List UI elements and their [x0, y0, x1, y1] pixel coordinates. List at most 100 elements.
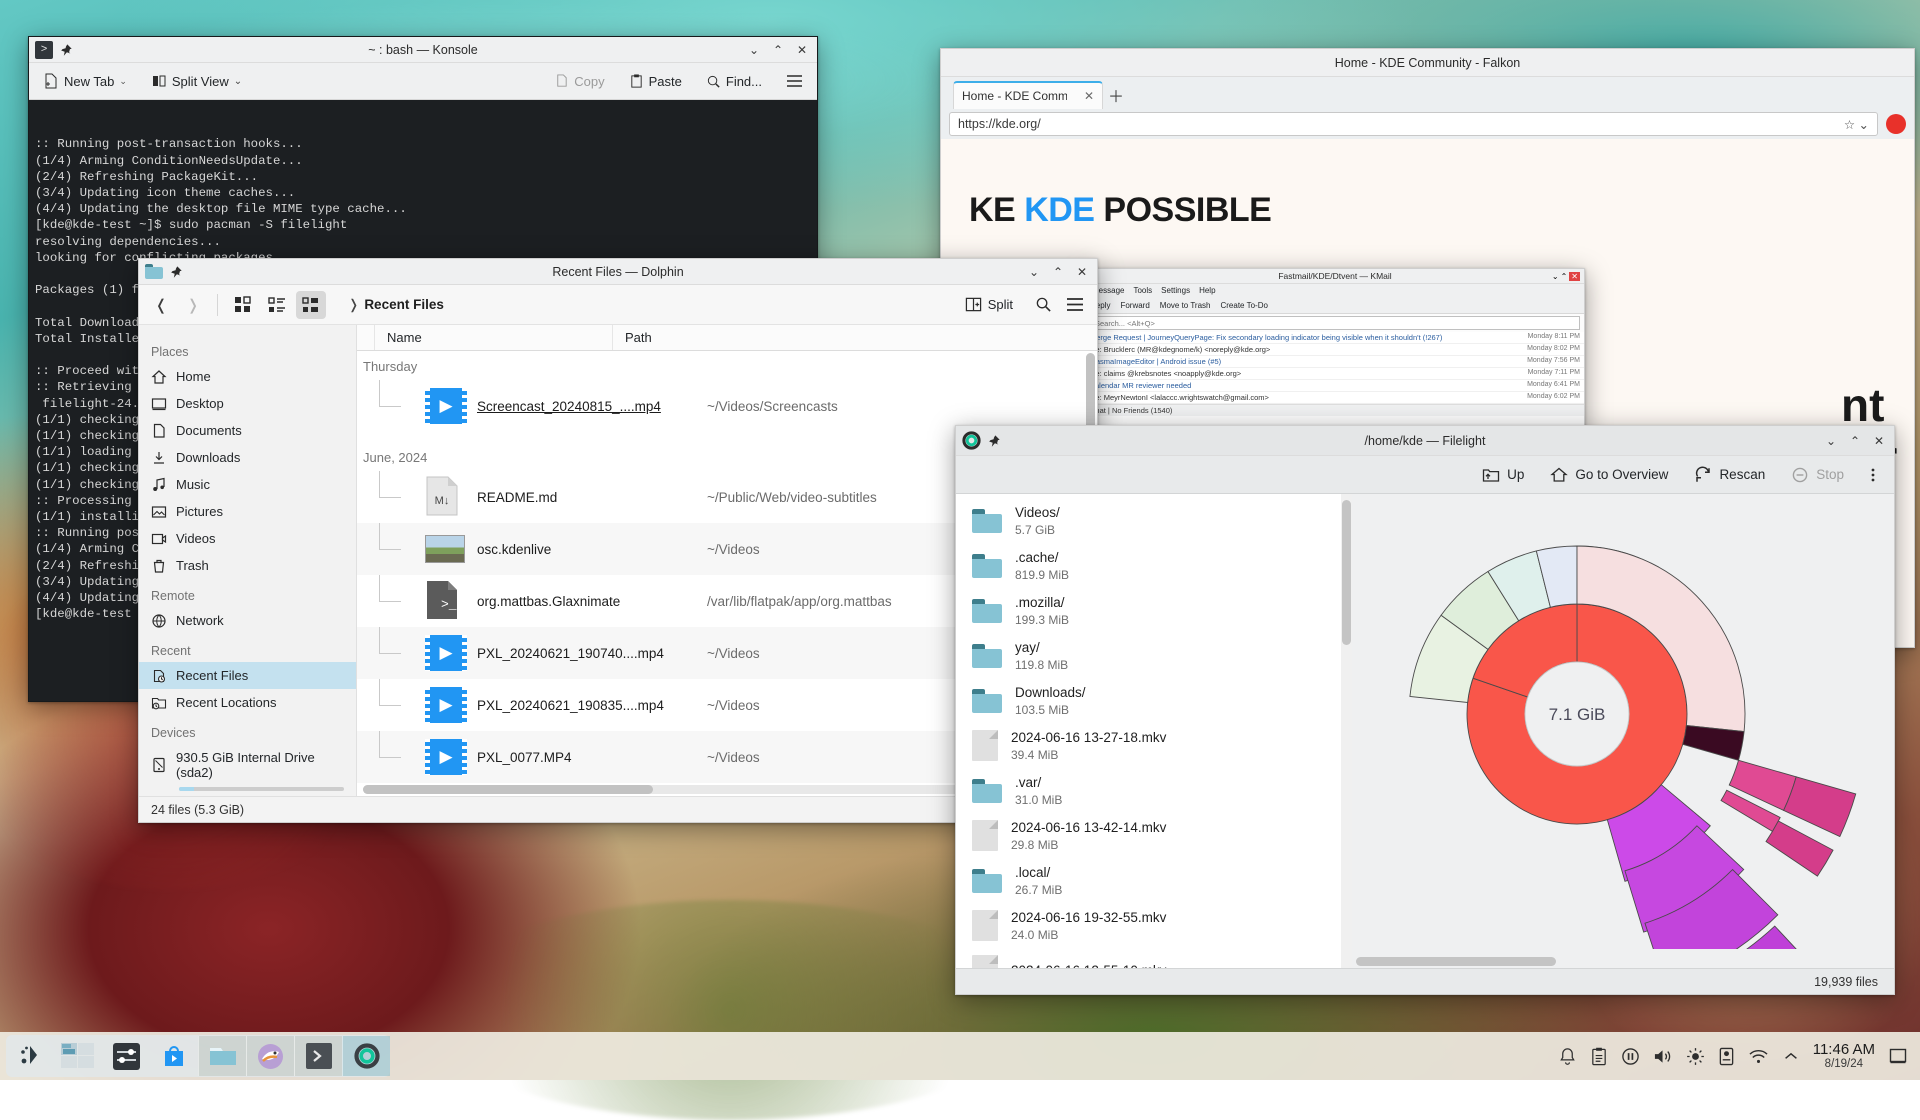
volume-icon[interactable]: [1653, 1047, 1673, 1066]
wifi-icon[interactable]: [1748, 1047, 1769, 1066]
kmail-window-controls[interactable]: ⌄ ⌃ ✕: [1552, 272, 1584, 281]
pin-icon[interactable]: [59, 43, 73, 57]
column-header-name[interactable]: Name: [375, 325, 613, 350]
list-item[interactable]: 2024-06-16 13-42-14.mkv29.8 MiB: [956, 813, 1341, 858]
new-tab-button[interactable]: New Tab ⌄: [39, 70, 131, 92]
kmail-toolbar[interactable]: Reply Forward Move to Trash Create To-Do: [1086, 297, 1584, 314]
dolphin-search-button[interactable]: [1029, 291, 1057, 319]
file-name[interactable]: PXL_0077.MP4: [477, 750, 707, 765]
list-item[interactable]: 2024-06-16 12-55-10.mkv: [956, 948, 1341, 968]
filelight-window[interactable]: /home/kde — Filelight ⌄ ⌃ ✕ Up Go to Ove…: [955, 425, 1895, 995]
kmail-menubar[interactable]: Message Tools Settings Help: [1086, 284, 1584, 297]
sunburst-slice-dark[interactable]: [1683, 725, 1744, 760]
dolphin-menu-button[interactable]: [1061, 291, 1089, 319]
list-item[interactable]: yay/119.8 MiB: [956, 633, 1341, 678]
list-item[interactable]: .local/26.7 MiB: [956, 858, 1341, 903]
hamburger-menu-button[interactable]: [782, 71, 807, 91]
konsole-toolbar[interactable]: New Tab ⌄ Split View ⌄ Copy Paste Find..…: [29, 63, 817, 100]
place-item-home[interactable]: Home: [139, 363, 356, 390]
bookmark-star-icon[interactable]: ☆ ⌄: [1844, 117, 1869, 132]
kmail-message-list[interactable]: Merge Request | JourneyQueryPage: Fix se…: [1086, 332, 1584, 404]
minimize-icon[interactable]: ⌄: [1820, 431, 1842, 451]
file-name[interactable]: README.md: [477, 490, 707, 505]
brightness-icon[interactable]: [1686, 1047, 1705, 1066]
message-row[interactable]: Re: Brucklerc (MR@kdegnome/k) <noreply@k…: [1086, 344, 1584, 356]
place-item-desktop[interactable]: Desktop: [139, 390, 356, 417]
device-notifier-icon[interactable]: [1718, 1047, 1735, 1066]
kmail-search-input[interactable]: Search... <Alt+Q>: [1090, 316, 1580, 330]
notifications-icon[interactable]: [1558, 1047, 1577, 1066]
taskbar-panel[interactable]: 11:46 AM 8/19/24: [0, 1032, 1920, 1080]
dolphin-window[interactable]: Recent Files — Dolphin ⌄ ⌃ ✕ ❬ ❭ ❭ Recen…: [138, 258, 1098, 823]
place-item-downloads[interactable]: Downloads: [139, 444, 356, 471]
maximize-icon[interactable]: ⌃: [767, 40, 789, 60]
media-pause-icon[interactable]: [1621, 1047, 1640, 1066]
falkon-url-bar[interactable]: https://kde.org/ ☆ ⌄: [941, 109, 1914, 139]
falkon-tab[interactable]: Home - KDE Community ✕: [953, 81, 1103, 109]
system-tray[interactable]: 11:46 AM 8/19/24: [1558, 1042, 1914, 1070]
sunburst-slice-m1[interactable]: [1784, 777, 1856, 837]
go-to-overview-button[interactable]: Go to Overview: [1550, 466, 1668, 484]
list-item[interactable]: 2024-06-16 19-32-55.mkv24.0 MiB: [956, 903, 1341, 948]
filelight-toolbar[interactable]: Up Go to Overview Rescan Stop: [956, 456, 1894, 494]
close-icon[interactable]: ✕: [791, 40, 813, 60]
dolphin-toolbar[interactable]: ❬ ❭ ❭ Recent Files Split: [139, 285, 1097, 325]
breadcrumb[interactable]: ❭ Recent Files: [348, 297, 444, 313]
back-button[interactable]: ❬: [147, 291, 175, 319]
file-name[interactable]: osc.kdenlive: [477, 542, 707, 557]
url-input[interactable]: https://kde.org/ ☆ ⌄: [949, 112, 1878, 136]
konsole-titlebar[interactable]: > ~ : bash — Konsole ⌄ ⌃ ✕: [29, 37, 817, 63]
kmail-titlebar[interactable]: Fastmail/KDE/Dtvent — KMail ⌄ ⌃ ✕: [1086, 269, 1584, 284]
split-view-button[interactable]: Split View ⌄: [147, 70, 246, 92]
maximize-icon[interactable]: ⌃: [1047, 262, 1069, 282]
task-filelight[interactable]: [342, 1036, 390, 1076]
place-item-music[interactable]: Music: [139, 471, 356, 498]
copy-button[interactable]: Copy: [550, 71, 608, 92]
place-item-documents[interactable]: Documents: [139, 417, 356, 444]
list-item[interactable]: Downloads/103.5 MiB: [956, 678, 1341, 723]
paste-button[interactable]: Paste: [625, 71, 686, 92]
message-row[interactable]: Merge Request | JourneyQueryPage: Fix se…: [1086, 332, 1584, 344]
forward-button[interactable]: Forward: [1120, 301, 1149, 310]
minimize-icon[interactable]: ⌄: [743, 40, 765, 60]
place-item-network[interactable]: Network: [139, 607, 356, 634]
close-icon[interactable]: ✕: [1569, 272, 1580, 281]
forward-button[interactable]: ❭: [179, 291, 207, 319]
breadcrumb-current[interactable]: Recent Files: [364, 297, 444, 312]
discover-button[interactable]: [150, 1036, 198, 1076]
dolphin-window-controls[interactable]: ⌄ ⌃ ✕: [1023, 262, 1097, 282]
message-row[interactable]: Re: MeyrNewtonI <lalaccc.wrightswatch@gm…: [1086, 392, 1584, 404]
message-row[interactable]: Re: claims @krebsnotes <noapply@kde.org>…: [1086, 368, 1584, 380]
filelight-sunburst-chart[interactable]: 7.1 GiB: [1352, 494, 1894, 968]
message-row[interactable]: Kalendar MR reviewer neededMonday 6:41 P…: [1086, 380, 1584, 392]
menu-item[interactable]: Settings: [1161, 286, 1190, 295]
konsole-window-controls[interactable]: ⌄ ⌃ ✕: [743, 40, 817, 60]
kmail-window[interactable]: Fastmail/KDE/Dtvent — KMail ⌄ ⌃ ✕ Messag…: [1085, 268, 1585, 436]
list-item[interactable]: Videos/5.7 GiB: [956, 498, 1341, 543]
falkon-titlebar[interactable]: Home - KDE Community - Falkon: [941, 49, 1914, 77]
file-name[interactable]: Screencast_20240815_....mp4: [477, 399, 707, 414]
pager-button[interactable]: [54, 1036, 102, 1076]
maximize-icon[interactable]: ⌃: [1561, 272, 1568, 281]
list-item[interactable]: .cache/819.9 MiB: [956, 543, 1341, 588]
filelight-scrollbar[interactable]: [1341, 494, 1352, 968]
sunburst-svg[interactable]: 7.1 GiB: [1362, 519, 1894, 949]
list-item[interactable]: 2024-06-16 13-27-18.mkv39.4 MiB: [956, 723, 1341, 768]
places-panel[interactable]: Places Home Desktop Documents Downloads …: [139, 325, 357, 796]
pin-icon[interactable]: [987, 434, 1001, 448]
create-todo-button[interactable]: Create To-Do: [1220, 301, 1267, 310]
filelight-overflow-menu[interactable]: [1870, 466, 1876, 484]
system-settings-button[interactable]: [102, 1036, 150, 1076]
file-name[interactable]: PXL_20240621_190740....mp4: [477, 646, 707, 661]
up-button[interactable]: Up: [1482, 466, 1524, 484]
compact-view-button[interactable]: [262, 291, 292, 319]
task-falkon[interactable]: [246, 1036, 294, 1076]
menu-item[interactable]: Help: [1199, 286, 1215, 295]
file-name[interactable]: PXL_20240621_190835....mp4: [477, 698, 707, 713]
details-view-button[interactable]: [296, 291, 326, 319]
filelight-window-controls[interactable]: ⌄ ⌃ ✕: [1820, 431, 1894, 451]
icons-view-button[interactable]: [228, 291, 258, 319]
menu-item[interactable]: Tools: [1133, 286, 1152, 295]
maximize-icon[interactable]: ⌃: [1844, 431, 1866, 451]
dolphin-titlebar[interactable]: Recent Files — Dolphin ⌄ ⌃ ✕: [139, 259, 1097, 285]
